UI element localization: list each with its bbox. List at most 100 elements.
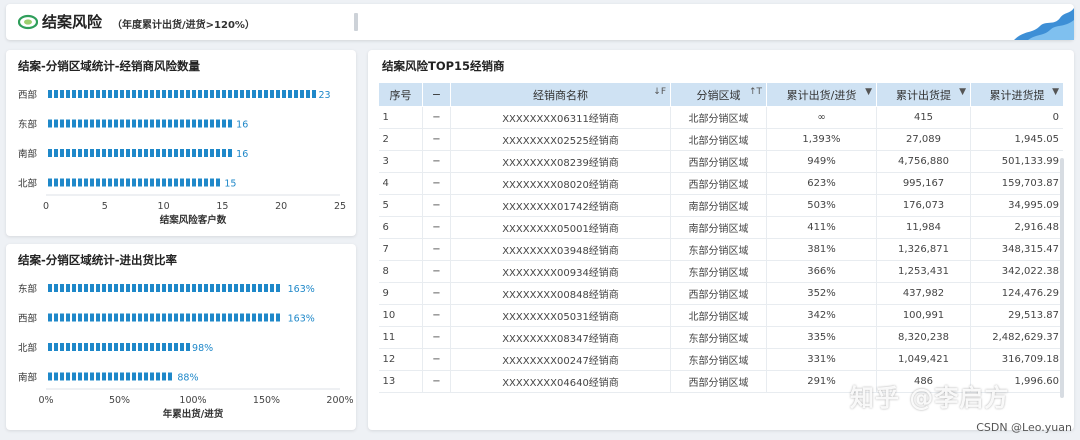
column-header[interactable]: 分销区域 ↑T [670,82,767,107]
table-cell: XXXXXXXX08239经销商 [450,150,671,173]
top15-table-panel: 结案风险TOP15经销商 序号 − 经销商名称 ↓F 分销区域 ↑T 累计出货/进货 ▼ 累计出… [368,50,1074,430]
table-row[interactable]: 3− XXXXXXXX08239经销商 西部分销区域 949% 4,756,880 501… [378,150,1063,173]
category-label: 东部 [18,283,37,295]
table-body: 1− XXXXXXXX06311经销商 北部分销区域 ∞ 415 0 2− XXXXXXXX0… [378,106,1063,393]
x-tick-label: 0 [43,201,49,212]
data-label: 163% [288,314,315,325]
bar [48,149,232,157]
table-row[interactable]: 10− XXXXXXXX05031经销商 北部分销区域 342% 100,991 29,5… [378,304,1063,327]
brand-logo-icon [18,14,38,30]
bar [48,90,316,98]
risk-count-chart: 西部 23 东部 16 南部 16 北部 15 0 5 10 15 20 25 结案风险客户数 [18,89,346,226]
table-cell: 9 [378,282,423,305]
column-header[interactable]: 累计出货提 ▼ [876,82,971,107]
column-header[interactable]: 累计出货/进货 ▼ [766,82,877,107]
x-tick-label: 0% [38,395,53,406]
table-cell: 34,995.09 [970,194,1063,217]
x-tick-label: 15 [216,201,228,212]
table-row[interactable]: 11− XXXXXXXX08347经销商 东部分销区域 335% 8,320,238 2,… [378,326,1063,349]
wave-decoration-icon [1014,8,1074,40]
table-row[interactable]: 9− XXXXXXXX00848经销商 西部分销区域 352% 437,982 124,4… [378,282,1063,305]
table-row[interactable]: 2− XXXXXXXX02525经销商 北部分销区域 1,393% 27,089 1,94… [378,128,1063,151]
table-cell: − [422,326,451,349]
table-cell: 335% [766,326,877,349]
table-cell: 176,073 [876,194,971,217]
table-cell: 2 [378,128,423,151]
bar [48,178,220,187]
bar [48,372,172,381]
table-cell: 西部分销区域 [670,370,767,393]
column-header[interactable]: − [422,82,451,107]
table-row[interactable]: 6− XXXXXXXX05001经销商 南部分销区域 411% 11,984 2,916.… [378,216,1063,239]
x-tick-label: 50% [109,395,130,406]
table-cell: − [422,128,451,151]
table-cell: 2,482,629.37 [970,326,1063,349]
sort-icon[interactable]: ▼ [865,87,872,97]
table-cell: XXXXXXXX05001经销商 [450,216,671,239]
page-subtitle: （年度累计出货/进货>120%） [112,20,255,31]
table-cell: XXXXXXXX00848经销商 [450,282,671,305]
table-cell: 南部分销区域 [670,216,767,239]
table-cell: − [422,172,451,195]
table-cell: 352% [766,282,877,305]
table-cell: XXXXXXXX02525经销商 [450,128,671,151]
column-header-text: − [431,88,442,101]
table-cell: 348,315.47 [970,238,1063,261]
table-cell: 西部分销区域 [670,150,767,173]
table-cell: 8,320,238 [876,326,971,349]
table-cell: 北部分销区域 [670,128,767,151]
table-cell: − [422,304,451,327]
sort-icon[interactable]: ↑T [749,87,762,97]
table-cell: 8 [378,260,423,283]
table-cell: − [422,260,451,283]
table-cell: 100,991 [876,304,971,327]
table-cell: 411% [766,216,877,239]
column-header-text: 经销商名称 [533,88,588,102]
risk-count-chart-panel: 结案-分销区域统计-经销商风险数量 西部 23 东部 16 南部 16 北部 15 0 5 10 15… [6,50,356,236]
top15-table: 序号 − 经销商名称 ↓F 分销区域 ↑T 累计出货/进货 ▼ 累计出货提 ▼ 累计进货提 ▼ 1− X… [378,82,1063,393]
table-scrollbar[interactable] [1060,158,1064,398]
table-cell: 415 [876,106,971,129]
table-row[interactable]: 7− XXXXXXXX03948经销商 东部分销区域 381% 1,326,871 348… [378,238,1063,261]
table-cell: 381% [766,238,877,261]
table-cell: 11 [378,326,423,349]
table-cell: 6 [378,216,423,239]
column-header[interactable]: 经销商名称 ↓F [450,82,671,107]
category-label: 西部 [18,313,37,325]
table-cell: ∞ [766,106,877,129]
table-cell: 11,984 [876,216,971,239]
table-cell: 331% [766,348,877,371]
sort-icon[interactable]: ↓F [653,87,666,97]
table-cell: 29,513.87 [970,304,1063,327]
header-divider [354,13,358,31]
x-tick-label: 100% [179,395,206,406]
table-row[interactable]: 4− XXXXXXXX08020经销商 西部分销区域 623% 995,167 159,7… [378,172,1063,195]
column-header[interactable]: 序号 [378,82,423,107]
table-row[interactable]: 12− XXXXXXXX00247经销商 东部分销区域 331% 1,049,421 31… [378,348,1063,371]
bar [48,119,232,128]
data-label: 15 [224,179,236,190]
column-header-label: 经销商名称 ↓F [455,87,666,103]
table-row[interactable]: 5− XXXXXXXX01742经销商 南部分销区域 503% 176,073 34,99… [378,194,1063,217]
sort-icon[interactable]: ▼ [959,87,966,97]
x-tick-label: 10 [158,201,170,212]
table-row[interactable]: 1− XXXXXXXX06311经销商 北部分销区域 ∞ 415 0 [378,106,1063,129]
table-cell: 124,476.29 [970,282,1063,305]
table-cell: − [422,106,451,129]
table-cell: 995,167 [876,172,971,195]
bar [48,313,280,322]
table-cell: 12 [378,348,423,371]
table-cell: 7 [378,238,423,261]
column-header-label: 序号 [383,87,418,103]
table-cell: 北部分销区域 [670,304,767,327]
table-cell: 10 [378,304,423,327]
sort-icon[interactable]: ▼ [1052,87,1059,97]
top15-table-title: 结案风险TOP15经销商 [382,59,505,73]
ratio-chart: 东部 163% 西部 163% 北部 98% 南部 88% 0% 50% 100% 150% 200% 年… [18,283,354,420]
data-label: 98% [192,343,213,354]
table-cell: 西部分销区域 [670,172,767,195]
page-title: 结案风险 [42,13,103,31]
column-header-text: 累计出货/进货 [786,88,857,102]
table-row[interactable]: 8− XXXXXXXX00934经销商 东部分销区域 366% 1,253,431 342… [378,260,1063,283]
column-header[interactable]: 累计进货提 ▼ [970,82,1063,107]
